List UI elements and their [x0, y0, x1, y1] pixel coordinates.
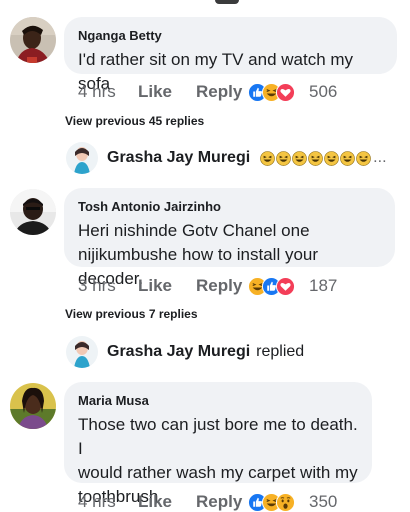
reply-button[interactable]: Reply	[196, 492, 248, 512]
avatar[interactable]	[66, 336, 98, 368]
love-icon	[276, 82, 295, 102]
reaction-count[interactable]: 350	[309, 492, 337, 512]
comment-bubble: Tosh Antonio Jairzinho Heri nishinde Got…	[64, 188, 395, 288]
reply-button[interactable]: Reply	[196, 82, 248, 102]
scroll-indicator	[215, 0, 239, 4]
avatar[interactable]	[10, 17, 56, 63]
comment-bubble: Nganga Betty I'd rather sit on my TV and…	[64, 17, 397, 93]
reply-preview[interactable]: Grasha Jay Muregi replied	[66, 335, 304, 369]
grinning-squint-icon	[276, 150, 291, 166]
avatar[interactable]	[66, 142, 98, 174]
reply-button[interactable]: Reply	[196, 276, 248, 296]
grinning-squint-icon	[292, 150, 307, 166]
grinning-squint-icon	[340, 150, 355, 166]
reply-emoji-text: ...	[260, 149, 387, 167]
view-previous-replies-link[interactable]: View previous 7 replies	[65, 307, 198, 321]
comment-bubble: Maria Musa Those two can just bore me to…	[64, 382, 372, 506]
comment-author[interactable]: Tosh Antonio Jairzinho	[78, 199, 381, 214]
avatar[interactable]	[10, 383, 56, 429]
comment-author[interactable]: Maria Musa	[78, 393, 358, 408]
reaction-summary[interactable]	[248, 492, 295, 512]
grinning-squint-icon	[356, 150, 371, 166]
truncation-ellipsis: ...	[373, 149, 387, 166]
wow-icon	[276, 492, 295, 512]
like-button[interactable]: Like	[138, 276, 196, 296]
reaction-count[interactable]: 187	[309, 276, 337, 296]
comment-text-line: Those two can just bore me to death. I	[78, 415, 358, 458]
reaction-summary[interactable]	[248, 82, 295, 102]
reply-preview[interactable]: Grasha Jay Muregi ...	[66, 141, 388, 175]
grinning-squint-icon	[260, 150, 275, 166]
comment-timestamp[interactable]: 3 hrs	[78, 276, 138, 296]
comment-actions: 4 hrs Like Reply 506	[78, 80, 337, 104]
reaction-summary[interactable]	[248, 276, 295, 296]
comment-actions: 3 hrs Like Reply 187	[78, 274, 337, 298]
comment-text-line: would rather wash my carpet with my	[78, 463, 358, 482]
avatar[interactable]	[10, 189, 56, 235]
view-previous-replies-link[interactable]: View previous 45 replies	[65, 114, 204, 128]
reply-author[interactable]: Grasha Jay Muregi	[107, 149, 250, 167]
comment-timestamp[interactable]: 4 hrs	[78, 492, 138, 512]
reaction-count[interactable]: 506	[309, 82, 337, 102]
comment-actions: 4 hrs Like Reply 350	[78, 490, 337, 512]
grinning-squint-icon	[308, 150, 323, 166]
reply-author[interactable]: Grasha Jay Muregi	[107, 343, 250, 361]
comment-timestamp[interactable]: 4 hrs	[78, 82, 138, 102]
comment-author[interactable]: Nganga Betty	[78, 28, 383, 43]
like-button[interactable]: Like	[138, 492, 196, 512]
grinning-squint-icon	[324, 150, 339, 166]
reply-status-text: replied	[256, 343, 305, 360]
comment-text-line: Heri nishinde Gotv Chanel one	[78, 221, 310, 240]
love-icon	[276, 276, 295, 296]
like-button[interactable]: Like	[138, 82, 196, 102]
